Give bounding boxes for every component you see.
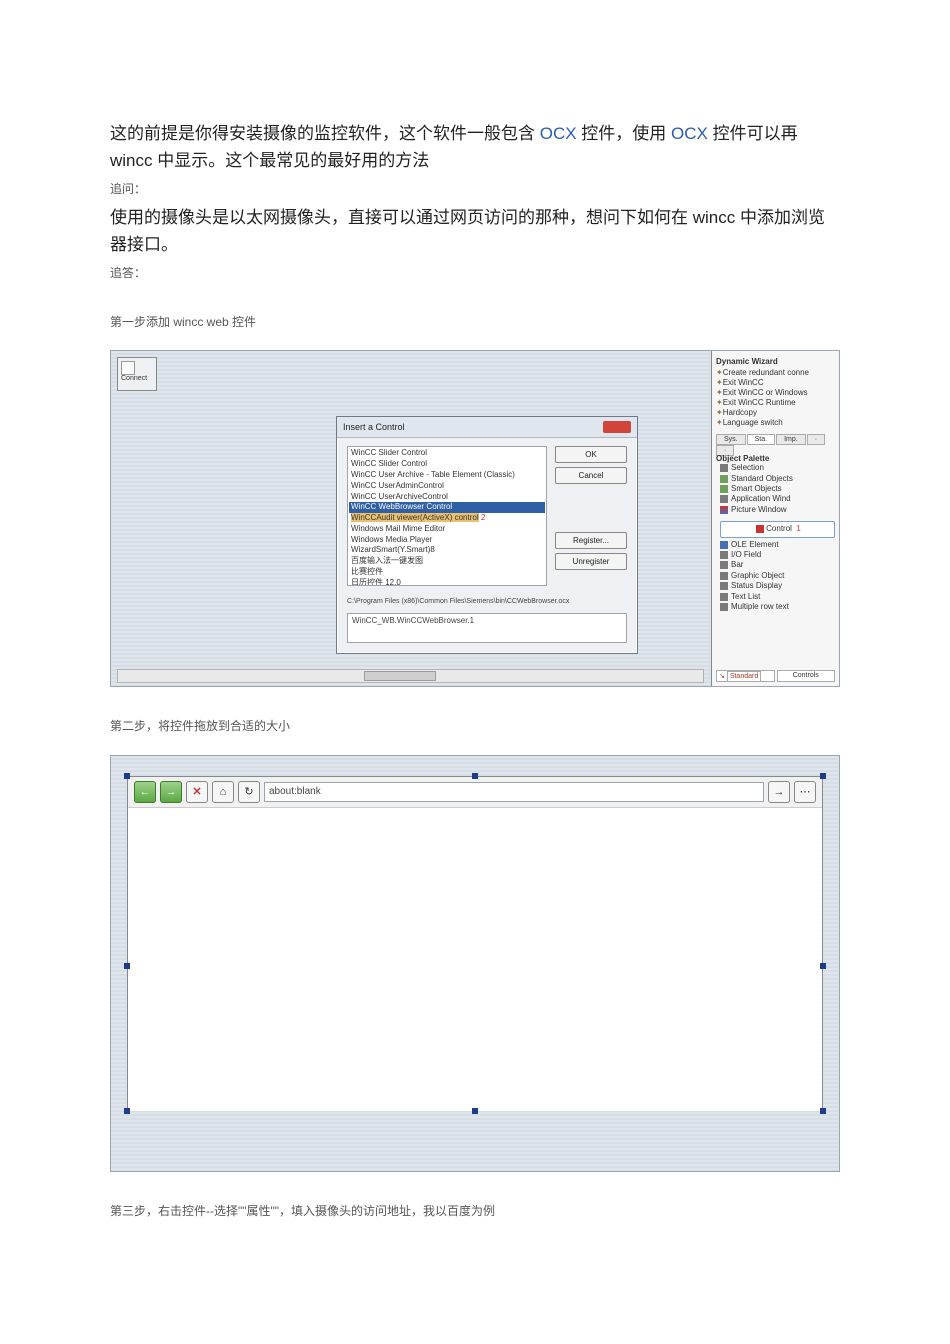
resize-handle[interactable] [124, 773, 130, 779]
palette-item[interactable]: Status Display [716, 581, 835, 591]
list-item[interactable]: WinCC User Archive - Table Element (Clas… [351, 470, 543, 481]
palette-item[interactable]: Smart Objects [716, 484, 835, 494]
palette-item[interactable]: Selection [716, 463, 835, 473]
control-listbox[interactable]: WinCC Slider ControlWinCC Slider Control… [347, 446, 547, 586]
list-item[interactable]: WinCC UserAdminControl [351, 481, 543, 492]
palette-item[interactable]: Graphic Object [716, 571, 835, 581]
step-2-title: 第二步，将控件拖放到合适的大小 [110, 717, 840, 736]
answer-label: 追答： [110, 264, 840, 283]
class-name-field: WinCC_WB.WinCCWebBrowser.1 [347, 613, 627, 643]
toolbar-connect-button: Connect [117, 357, 157, 391]
list-item[interactable]: WinCC UserArchiveControl [351, 492, 543, 503]
unregister-button[interactable]: Unregister [555, 553, 627, 570]
list-item[interactable]: WinCC Slider Control [351, 448, 543, 459]
insert-control-dialog: Insert a Control WinCC Slider ControlWin… [336, 416, 638, 654]
resize-handle[interactable] [820, 963, 826, 969]
wizard-item[interactable]: ✦Exit WinCC [716, 378, 835, 388]
wizard-item[interactable]: ✦Language switch [716, 418, 835, 428]
go-icon[interactable]: → [768, 781, 790, 803]
webbrowser-control[interactable]: ← → ✕ ⌂ ↻ → ⋯ [127, 776, 823, 1111]
resize-handle[interactable] [472, 773, 478, 779]
ocx-link-2[interactable]: OCX [671, 124, 708, 143]
palette-item[interactable]: Control 1 [716, 515, 835, 539]
wizard-item[interactable]: ✦Create redundant conne [716, 368, 835, 378]
wizard-tab[interactable]: · [807, 434, 825, 445]
horizontal-scrollbar[interactable] [117, 669, 704, 683]
resize-handle[interactable] [124, 963, 130, 969]
dialog-title: Insert a Control [343, 422, 405, 432]
wizard-tab[interactable]: Imp. [776, 434, 806, 445]
screenshot-1: Connect Dynamic Wizard ✦Create redundant… [110, 350, 840, 687]
list-item[interactable]: WinCC WebBrowser Control [349, 502, 545, 513]
address-input[interactable] [264, 782, 764, 802]
step-1-title: 第一步添加 wincc web 控件 [110, 313, 840, 332]
list-item[interactable]: WinCC Slider Control [351, 459, 543, 470]
wizard-item[interactable]: ✦Hardcopy [716, 408, 835, 418]
list-item[interactable]: Windows Mail Mime Editor [351, 524, 543, 535]
list-item[interactable]: 日历控件 12.0 [351, 578, 543, 586]
wizard-tab[interactable]: Sta. [747, 434, 775, 445]
menu-icon[interactable]: ⋯ [794, 781, 816, 803]
register-button[interactable]: Register... [555, 532, 627, 549]
ocx-path-label: C:\Program Files (x86)\Common Files\Siem… [337, 598, 637, 609]
palette-item[interactable]: Application Wind [716, 494, 835, 504]
palette-item[interactable]: Multiple row text [716, 602, 835, 612]
forward-icon[interactable]: → [160, 781, 182, 803]
followup-text: 使用的摄像头是以太网摄像头，直接可以通过网页访问的那种，想问下如何在 wincc… [110, 204, 840, 258]
home-icon[interactable]: ⌂ [212, 781, 234, 803]
close-icon[interactable] [603, 421, 631, 433]
list-item[interactable]: Windows Media Player [351, 535, 543, 546]
step-3-title: 第三步，右击控件--选择""属性""，填入摄像头的访问地址，我以百度为例 [110, 1202, 840, 1221]
list-item[interactable]: WizardSmart(Y.Smart)8 [351, 545, 543, 556]
resize-handle[interactable] [124, 1108, 130, 1114]
ok-button[interactable]: OK [555, 446, 627, 463]
resize-handle[interactable] [472, 1108, 478, 1114]
resize-handle[interactable] [820, 1108, 826, 1114]
palette-item[interactable]: Standard Objects [716, 474, 835, 484]
intro-paragraph: 这的前提是你得安装摄像的监控软件，这个软件一般包含 OCX 控件，使用 OCX … [110, 120, 840, 174]
tab-standard[interactable]: ↘ Standard [716, 670, 775, 682]
wizard-item[interactable]: ✦Exit WinCC Runtime [716, 398, 835, 408]
ocx-link-1[interactable]: OCX [540, 124, 577, 143]
list-item[interactable]: 百度输入法一键发图 [351, 556, 543, 567]
dynamic-wizard-panel: Dynamic Wizard ✦Create redundant conne✦E… [711, 351, 839, 686]
stop-icon[interactable]: ✕ [186, 781, 208, 803]
palette-item[interactable]: I/O Field [716, 550, 835, 560]
resize-handle[interactable] [820, 773, 826, 779]
palette-item[interactable]: Bar [716, 560, 835, 570]
back-icon[interactable]: ← [134, 781, 156, 803]
list-item[interactable]: 比赛控件 [351, 567, 543, 578]
palette-item[interactable]: Picture Window [716, 505, 835, 515]
list-item[interactable]: WinCCAudit viewer(ActiveX) control 2 [351, 513, 543, 524]
wizard-item[interactable]: ✦Exit WinCC or Windows [716, 388, 835, 398]
cancel-button[interactable]: Cancel [555, 467, 627, 484]
palette-item[interactable]: OLE Element [716, 540, 835, 550]
followup-label: 追问： [110, 180, 840, 199]
screenshot-2: ← → ✕ ⌂ ↻ → ⋯ [110, 755, 840, 1172]
palette-item[interactable]: Text List [716, 592, 835, 602]
refresh-icon[interactable]: ↻ [238, 781, 260, 803]
tab-controls[interactable]: Controls [777, 670, 836, 682]
wizard-tab[interactable]: Sys. [716, 434, 746, 445]
